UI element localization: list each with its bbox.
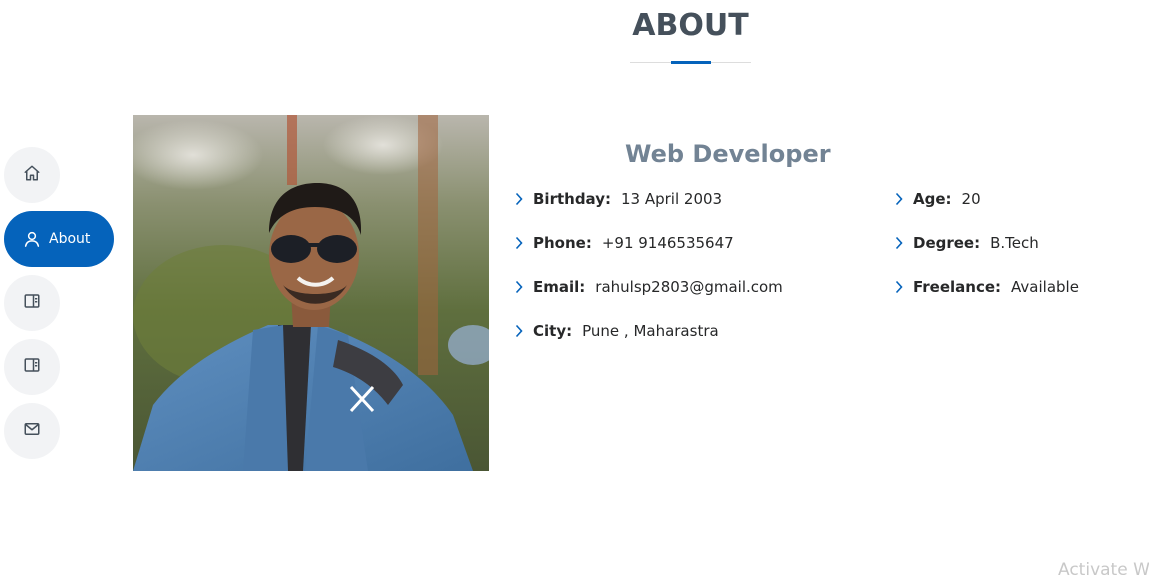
info-age-label: Age: xyxy=(913,190,952,208)
nav-item-portfolio[interactable] xyxy=(4,339,60,395)
chevron-right-icon xyxy=(894,192,905,206)
role-title: Web Developer xyxy=(625,140,831,168)
info-email: Email: rahulsp2803@gmail.com xyxy=(514,275,783,299)
nav-item-contact[interactable] xyxy=(4,403,60,459)
activate-windows-watermark: Activate W xyxy=(1058,560,1149,580)
info-phone-value: +91 9146535647 xyxy=(601,234,734,252)
title-accent-bar xyxy=(671,61,711,64)
person-icon xyxy=(23,230,41,248)
info-age-value: 20 xyxy=(961,190,981,208)
info-phone-label: Phone: xyxy=(533,234,592,252)
info-city: City: Pune , Maharastra xyxy=(514,319,719,343)
info-birthday-label: Birthday: xyxy=(533,190,611,208)
info-birthday-value: 13 April 2003 xyxy=(621,190,723,208)
chevron-right-icon xyxy=(514,324,525,338)
info-degree: Degree: B.Tech xyxy=(894,231,1039,255)
info-freelance-label: Freelance: xyxy=(913,278,1002,296)
chevron-right-icon xyxy=(894,280,905,294)
info-degree-label: Degree: xyxy=(913,234,981,252)
info-freelance: Freelance: Available xyxy=(894,275,1079,299)
book-icon xyxy=(23,292,41,315)
chevron-right-icon xyxy=(894,236,905,250)
page-title: ABOUT xyxy=(632,8,749,43)
info-email-label: Email: xyxy=(533,278,586,296)
nav-item-home[interactable] xyxy=(4,147,60,203)
chevron-right-icon xyxy=(514,192,525,206)
info-birthday: Birthday: 13 April 2003 xyxy=(514,187,722,211)
envelope-icon xyxy=(23,420,41,443)
home-icon xyxy=(23,164,41,187)
info-age: Age: 20 xyxy=(894,187,981,211)
profile-photo-image xyxy=(133,115,489,471)
info-freelance-value: Available xyxy=(1011,278,1079,296)
chevron-right-icon xyxy=(514,236,525,250)
info-degree-value: B.Tech xyxy=(990,234,1039,252)
book-icon xyxy=(23,356,41,379)
info-city-label: City: xyxy=(533,322,573,340)
nav-item-about[interactable]: About xyxy=(4,211,114,267)
info-email-value: rahulsp2803@gmail.com xyxy=(595,278,783,296)
nav-item-about-label: About xyxy=(49,231,91,247)
section-title: ABOUT xyxy=(630,0,751,64)
info-phone: Phone: +91 9146535647 xyxy=(514,231,734,255)
chevron-right-icon xyxy=(514,280,525,294)
profile-photo xyxy=(133,115,489,471)
nav-item-resume[interactable] xyxy=(4,275,60,331)
info-city-value: Pune , Maharastra xyxy=(582,322,719,340)
